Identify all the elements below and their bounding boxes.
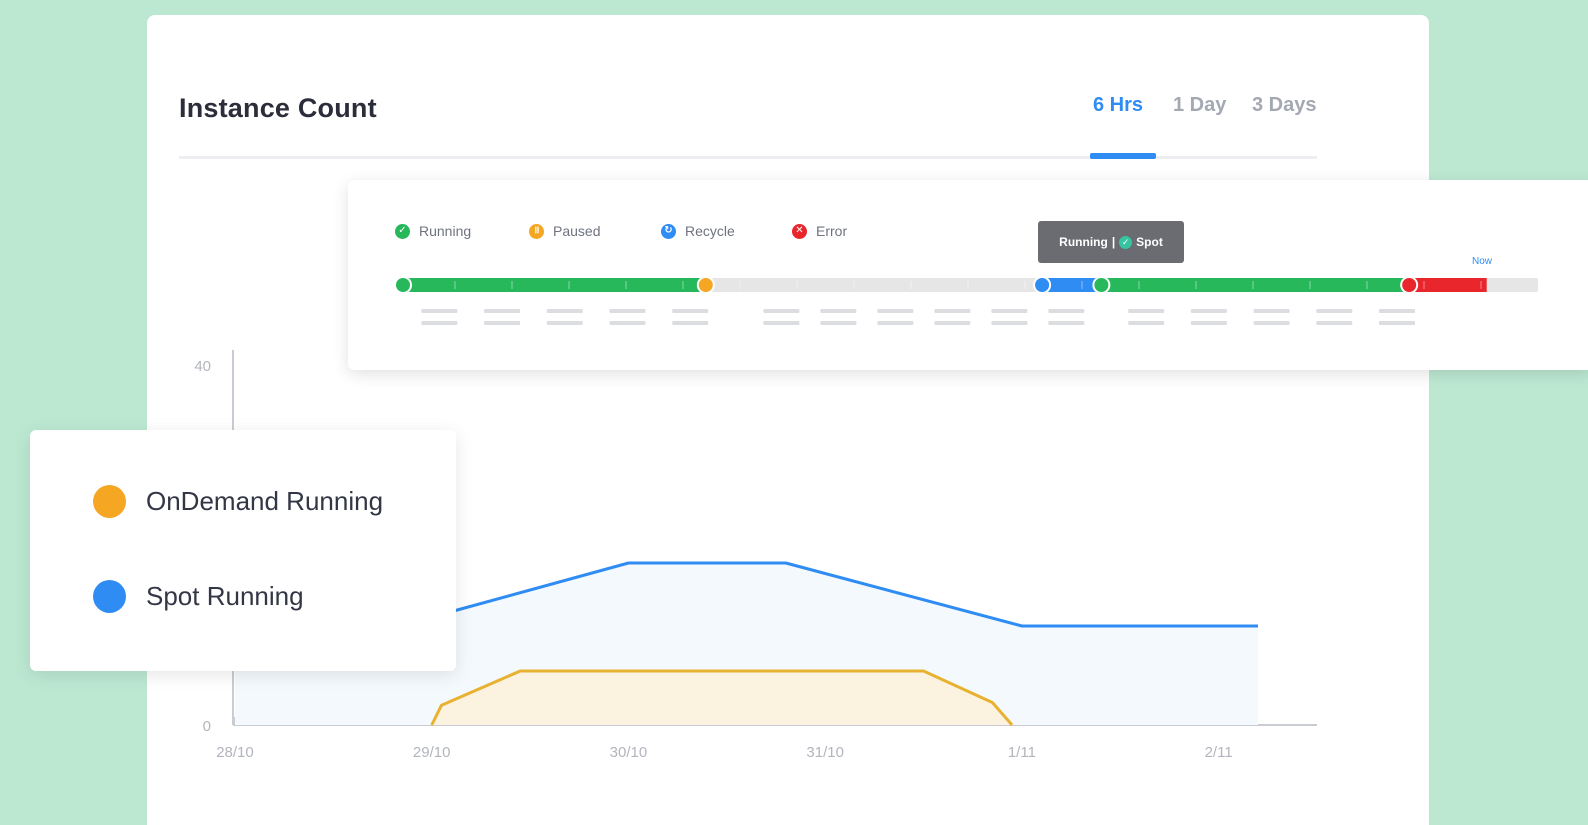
legend-spot-running[interactable]: Spot Running [93, 580, 304, 613]
timeline-segment-error [1409, 278, 1487, 292]
timeline-time-label [1316, 321, 1353, 325]
instance-count-panel: Instance Count 6 Hrs 1 Day 3 Days 0 40 28/… [147, 15, 1429, 825]
timeline-marker-running [394, 276, 412, 294]
x-tick-label: 30/10 [610, 744, 648, 761]
timeline-time-label [421, 321, 458, 325]
timeline-date-label [763, 309, 800, 313]
status-timeline-card: ✓ Running ॥ Paused ↻ Recycle ✕ Error Run… [348, 180, 1588, 370]
timeline-segment-running [1101, 278, 1410, 292]
timeline-time-label [877, 321, 914, 325]
timeline-time-label [820, 321, 857, 325]
series-legend-card: OnDemand Running Spot Running [30, 430, 456, 671]
ondemand-color-dot [93, 485, 126, 518]
timeline-marker-recycle [1033, 276, 1052, 294]
y-tick-label: 40 [194, 358, 211, 375]
timeline-time-label [1253, 321, 1290, 325]
legend-spot-label: Spot Running [146, 581, 304, 611]
timeline-time-label [484, 321, 521, 325]
timeline-date-label [672, 309, 709, 313]
timeline-marker-running [1092, 276, 1111, 294]
legend-ondemand-label: OnDemand Running [146, 486, 384, 516]
x-tick-label: 1/11 [1008, 744, 1036, 761]
timeline-time-label [1128, 321, 1165, 325]
timeline-segment-paused [705, 278, 1043, 292]
timeline-date-label [1128, 309, 1165, 313]
timeline-date-label [609, 309, 646, 313]
timeline-marker-paused [696, 276, 715, 294]
timeline-time-label [1048, 321, 1085, 325]
timeline-date-label [1048, 309, 1085, 313]
timeline-date-label [1316, 309, 1353, 313]
timeline-marker-error [1400, 276, 1419, 294]
timeline-date-label [1379, 309, 1415, 313]
timeline-date-label [1190, 309, 1227, 313]
timeline-time-label [546, 321, 583, 325]
timeline-time-label [991, 321, 1028, 325]
timeline-time-label [1379, 321, 1415, 325]
status-timeline-bar[interactable] [348, 180, 1588, 370]
ondemand-area [431, 671, 1013, 725]
x-tick-label: 2/11 [1205, 744, 1233, 761]
timeline-date-label [877, 309, 914, 313]
timeline-time-label [672, 321, 709, 325]
timeline-date-label [484, 309, 521, 313]
x-tick-label: 28/10 [216, 744, 254, 761]
timeline-date-label [1253, 309, 1290, 313]
timeline-date-label [546, 309, 583, 313]
legend-ondemand-running[interactable]: OnDemand Running [93, 485, 383, 518]
timeline-time-label [1190, 321, 1227, 325]
timeline-time-label [763, 321, 800, 325]
timeline-date-label [421, 309, 458, 313]
x-tick-label: 31/10 [806, 744, 844, 761]
timeline-date-label [820, 309, 857, 313]
y-tick-label: 0 [203, 718, 211, 735]
x-tick-label: 29/10 [413, 744, 451, 761]
timeline-time-label [934, 321, 971, 325]
timeline-date-label [991, 309, 1028, 313]
spot-color-dot [93, 580, 126, 613]
timeline-date-label [934, 309, 971, 313]
instance-count-chart: 0 40 28/10 29/10 30/10 31/10 1/11 2/11 [194, 350, 1317, 761]
timeline-segment-running [398, 278, 706, 292]
stage: Instance Count 6 Hrs 1 Day 3 Days 0 40 28/… [0, 0, 1588, 825]
timeline-time-label [609, 321, 646, 325]
